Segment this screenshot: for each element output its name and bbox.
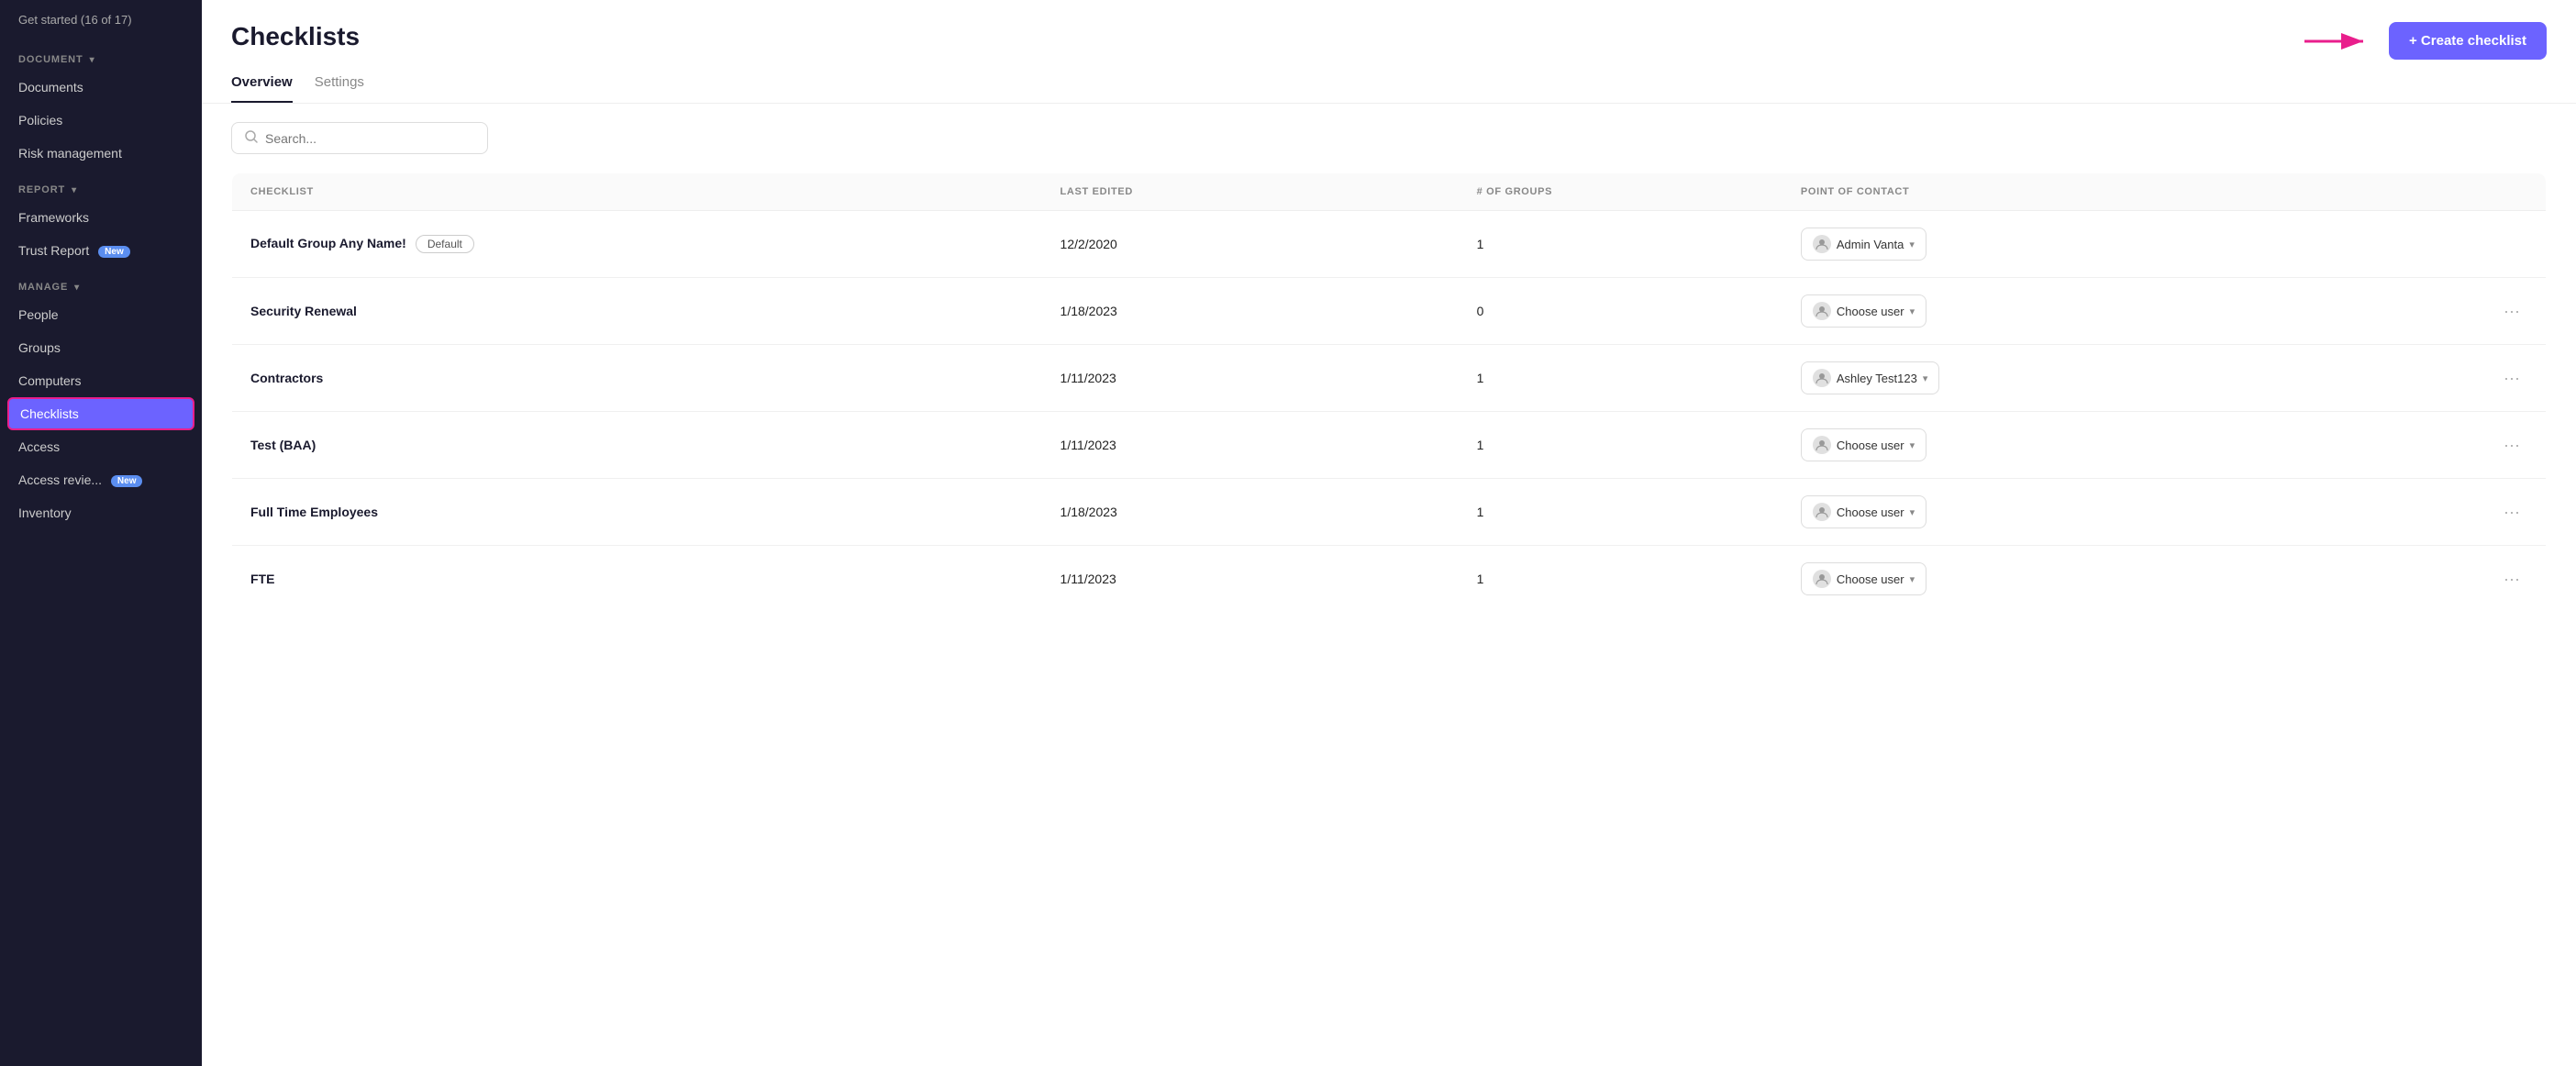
page-title: Checklists bbox=[231, 22, 360, 51]
contact-chevron-icon: ▾ bbox=[1910, 506, 1915, 518]
last-edited-cell: 1/11/2023 bbox=[1042, 412, 1459, 479]
search-input[interactable] bbox=[265, 131, 474, 146]
col-header-point-of-contact: POINT OF CONTACT bbox=[1782, 173, 2384, 211]
more-options-button[interactable]: ··· bbox=[2496, 298, 2527, 325]
table-row: Contractors 1/11/20231 Ashley Test123 ▾ ··… bbox=[232, 345, 2547, 412]
manage-chevron-icon: ▾ bbox=[74, 283, 80, 293]
search-bar[interactable] bbox=[231, 122, 488, 154]
sidebar: Get started (16 of 17) DOCUMENT ▾ Docume… bbox=[0, 0, 202, 1066]
user-avatar-icon bbox=[1813, 570, 1831, 588]
sidebar-item-checklists[interactable]: Checklists bbox=[7, 397, 194, 430]
more-options-button[interactable]: ··· bbox=[2496, 499, 2527, 526]
num-groups-cell: 1 bbox=[1459, 546, 1782, 613]
checklist-name: Default Group Any Name! bbox=[250, 236, 406, 250]
last-edited-cell: 1/18/2023 bbox=[1042, 278, 1459, 345]
table-row: Security Renewal 1/18/20230 Choose user ▾… bbox=[232, 278, 2547, 345]
col-header-checklist: CHECKLIST bbox=[232, 173, 1042, 211]
sidebar-item-access[interactable]: Access bbox=[0, 430, 202, 463]
default-badge: Default bbox=[416, 235, 474, 253]
sidebar-get-started[interactable]: Get started (16 of 17) bbox=[0, 0, 202, 39]
contact-label: Choose user bbox=[1837, 572, 1904, 586]
point-of-contact-button[interactable]: Choose user ▾ bbox=[1801, 562, 1926, 595]
sidebar-item-people[interactable]: People bbox=[0, 298, 202, 331]
access-review-badge: New bbox=[111, 475, 143, 487]
document-chevron-icon: ▾ bbox=[90, 55, 95, 65]
user-avatar-icon bbox=[1813, 436, 1831, 454]
num-groups-cell: 1 bbox=[1459, 211, 1782, 278]
sidebar-section-manage: MANAGE ▾ bbox=[0, 267, 202, 298]
page-header: Checklists + Create checklist bbox=[202, 0, 2576, 60]
main-content: Checklists + Create checklist Overview S… bbox=[202, 0, 2576, 1066]
point-of-contact-button[interactable]: Choose user ▾ bbox=[1801, 428, 1926, 461]
arrow-indicator bbox=[2301, 28, 2374, 55]
sidebar-item-computers[interactable]: Computers bbox=[0, 364, 202, 397]
checklist-name: FTE bbox=[250, 572, 274, 586]
contact-chevron-icon: ▾ bbox=[1923, 372, 1928, 384]
num-groups-cell: 1 bbox=[1459, 345, 1782, 412]
num-groups-cell: 0 bbox=[1459, 278, 1782, 345]
point-of-contact-button[interactable]: Choose user ▾ bbox=[1801, 294, 1926, 328]
checklist-name: Full Time Employees bbox=[250, 505, 378, 519]
table-row: Default Group Any Name! Default 12/2/20201… bbox=[232, 211, 2547, 278]
sidebar-section-report: REPORT ▾ bbox=[0, 170, 202, 201]
more-options-button[interactable]: ··· bbox=[2496, 566, 2527, 593]
contact-chevron-icon: ▾ bbox=[1910, 439, 1915, 451]
col-header-last-edited: LAST EDITED bbox=[1042, 173, 1459, 211]
sidebar-section-document: DOCUMENT ▾ bbox=[0, 39, 202, 71]
contact-label: Choose user bbox=[1837, 505, 1904, 519]
contact-chevron-icon: ▾ bbox=[1910, 573, 1915, 585]
col-header-actions bbox=[2384, 173, 2547, 211]
table-row: Full Time Employees 1/18/20231 Choose use… bbox=[232, 479, 2547, 546]
last-edited-cell: 1/18/2023 bbox=[1042, 479, 1459, 546]
contact-chevron-icon: ▾ bbox=[1910, 305, 1915, 317]
last-edited-cell: 1/11/2023 bbox=[1042, 345, 1459, 412]
num-groups-cell: 1 bbox=[1459, 479, 1782, 546]
point-of-contact-button[interactable]: Admin Vanta ▾ bbox=[1801, 228, 1926, 261]
search-icon bbox=[245, 130, 258, 146]
contact-label: Choose user bbox=[1837, 439, 1904, 452]
user-avatar-icon bbox=[1813, 235, 1831, 253]
user-avatar-icon bbox=[1813, 503, 1831, 521]
user-avatar-icon bbox=[1813, 369, 1831, 387]
contact-label: Choose user bbox=[1837, 305, 1904, 318]
sidebar-item-inventory[interactable]: Inventory bbox=[0, 496, 202, 529]
table-row: FTE 1/11/20231 Choose user ▾ ··· bbox=[232, 546, 2547, 613]
last-edited-cell: 12/2/2020 bbox=[1042, 211, 1459, 278]
checklist-name: Contractors bbox=[250, 371, 323, 385]
sidebar-item-frameworks[interactable]: Frameworks bbox=[0, 201, 202, 234]
user-avatar-icon bbox=[1813, 302, 1831, 320]
checklist-name: Security Renewal bbox=[250, 304, 357, 318]
tab-overview[interactable]: Overview bbox=[231, 74, 293, 103]
sidebar-item-risk-management[interactable]: Risk management bbox=[0, 137, 202, 170]
checklist-name: Test (BAA) bbox=[250, 438, 316, 452]
contact-chevron-icon: ▾ bbox=[1909, 239, 1915, 250]
checklists-table: CHECKLIST LAST EDITED # OF GROUPS POINT … bbox=[231, 172, 2547, 613]
contact-label: Admin Vanta bbox=[1837, 238, 1904, 251]
sidebar-item-groups[interactable]: Groups bbox=[0, 331, 202, 364]
point-of-contact-button[interactable]: Choose user ▾ bbox=[1801, 495, 1926, 528]
table-row: Test (BAA) 1/11/20231 Choose user ▾ ··· bbox=[232, 412, 2547, 479]
num-groups-cell: 1 bbox=[1459, 412, 1782, 479]
tabs-bar: Overview Settings bbox=[202, 60, 2576, 104]
sidebar-item-access-review[interactable]: Access revie... New bbox=[0, 463, 202, 496]
tab-settings[interactable]: Settings bbox=[315, 74, 364, 103]
content-area: CHECKLIST LAST EDITED # OF GROUPS POINT … bbox=[202, 104, 2576, 1066]
point-of-contact-button[interactable]: Ashley Test123 ▾ bbox=[1801, 361, 1939, 394]
contact-label: Ashley Test123 bbox=[1837, 372, 1917, 385]
more-options-button[interactable]: ··· bbox=[2496, 432, 2527, 459]
trust-report-badge: New bbox=[98, 246, 130, 258]
col-header-num-groups: # OF GROUPS bbox=[1459, 173, 1782, 211]
table-header-row: CHECKLIST LAST EDITED # OF GROUPS POINT … bbox=[232, 173, 2547, 211]
report-chevron-icon: ▾ bbox=[72, 185, 77, 195]
sidebar-item-policies[interactable]: Policies bbox=[0, 104, 202, 137]
sidebar-item-trust-report[interactable]: Trust Report New bbox=[0, 234, 202, 267]
create-checklist-button[interactable]: + Create checklist bbox=[2389, 22, 2547, 60]
sidebar-item-documents[interactable]: Documents bbox=[0, 71, 202, 104]
last-edited-cell: 1/11/2023 bbox=[1042, 546, 1459, 613]
header-right: + Create checklist bbox=[2301, 22, 2547, 60]
more-options-button[interactable]: ··· bbox=[2496, 365, 2527, 392]
